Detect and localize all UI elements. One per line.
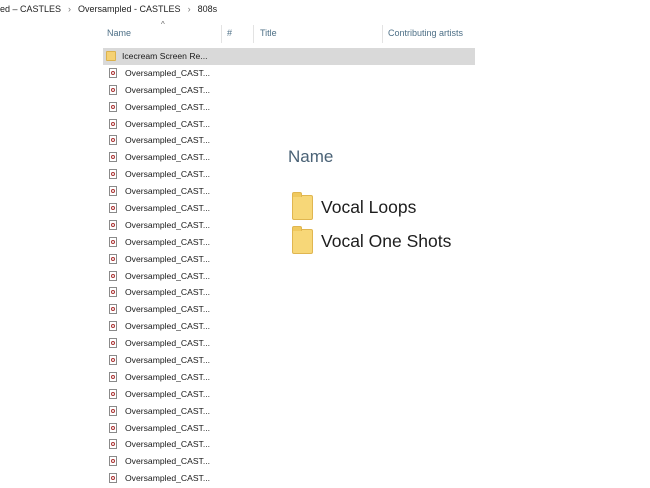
file-row[interactable]: Oversampled_CAST... [106, 386, 476, 403]
audio-file-icon [109, 338, 117, 349]
audio-file-icon [109, 287, 117, 298]
audio-file-icon [109, 456, 117, 467]
file-row[interactable]: Oversampled_CAST... [106, 369, 476, 386]
file-name: Oversampled_CAST... [125, 270, 211, 281]
chevron-right-icon: › [187, 4, 191, 14]
column-header-title[interactable]: Title [260, 19, 277, 47]
audio-file-icon [109, 304, 117, 315]
file-row[interactable]: Oversampled_CAST... [106, 420, 476, 437]
file-row[interactable]: Oversampled_CAST... [106, 166, 476, 183]
audio-file-icon [109, 203, 117, 214]
file-row[interactable]: Oversampled_CAST... [106, 99, 476, 116]
file-name: Oversampled_CAST... [125, 152, 211, 163]
file-name: Oversampled_CAST... [125, 456, 211, 467]
file-row[interactable]: Oversampled_CAST... [106, 284, 476, 301]
audio-file-icon [109, 219, 117, 230]
file-name: Oversampled_CAST... [125, 473, 211, 484]
sort-ascending-icon: ^ [161, 20, 165, 29]
file-name: Oversampled_CAST... [125, 84, 211, 95]
file-row[interactable]: Oversampled_CAST... [106, 301, 476, 318]
breadcrumb-item-oversampled[interactable]: Oversampled - CASTLES [78, 0, 181, 18]
file-row[interactable]: Oversampled_CAST... [106, 65, 476, 82]
file-name: Oversampled_CAST... [125, 186, 211, 197]
audio-file-icon [109, 101, 117, 112]
file-name: Oversampled_CAST... [125, 253, 211, 264]
file-name: Oversampled_CAST... [125, 422, 211, 433]
file-name: Oversampled_CAST... [125, 287, 211, 298]
file-row[interactable]: Oversampled_CAST... [106, 200, 476, 217]
file-name: Oversampled_CAST... [125, 304, 211, 315]
file-row[interactable]: Oversampled_CAST... [106, 436, 476, 453]
chevron-right-icon: › [68, 4, 72, 14]
audio-file-icon [109, 67, 117, 78]
audio-file-icon [109, 405, 117, 416]
breadcrumb: ed – CASTLES › Oversampled - CASTLES › 808s [0, 0, 480, 18]
file-name: Oversampled_CAST... [125, 321, 211, 332]
file-name: Oversampled_CAST... [125, 219, 211, 230]
file-name: Oversampled_CAST... [125, 405, 211, 416]
audio-file-icon [109, 84, 117, 95]
column-divider[interactable] [221, 25, 222, 43]
file-row[interactable]: Oversampled_CAST... [106, 251, 476, 268]
file-name: Oversampled_CAST... [125, 67, 211, 78]
audio-file-icon [109, 253, 117, 264]
folder-icon [106, 51, 116, 61]
column-header-bar: ^ Name # Title Contributing artists [103, 19, 475, 47]
audio-file-icon [109, 473, 117, 484]
audio-file-icon [109, 371, 117, 382]
column-header-name[interactable]: Name [107, 19, 131, 47]
overlay-folder-label: Vocal One Shots [321, 231, 452, 251]
file-name: Oversampled_CAST... [125, 371, 211, 382]
column-header-contributing-artists[interactable]: Contributing artists [388, 19, 463, 47]
audio-file-icon [109, 388, 117, 399]
file-row[interactable]: Oversampled_CAST... [106, 183, 476, 200]
file-row[interactable]: Oversampled_CAST... [106, 318, 476, 335]
folder-icon [292, 192, 313, 220]
column-divider[interactable] [253, 25, 254, 43]
audio-file-icon [109, 236, 117, 247]
file-name: Icecream Screen Re... [122, 51, 208, 61]
file-row[interactable]: Oversampled_CAST... [106, 82, 476, 99]
audio-file-icon [109, 321, 117, 332]
file-name: Oversampled_CAST... [125, 355, 211, 366]
file-name: Oversampled_CAST... [125, 101, 211, 112]
folder-icon [292, 226, 313, 254]
column-divider[interactable] [382, 25, 383, 43]
file-row[interactable]: Oversampled_CAST... [106, 403, 476, 420]
audio-file-icon [109, 152, 117, 163]
file-name: Oversampled_CAST... [125, 236, 211, 247]
file-row[interactable]: Oversampled_CAST... [106, 470, 476, 487]
file-name: Oversampled_CAST... [125, 203, 211, 214]
column-header-number[interactable]: # [227, 19, 232, 47]
file-row[interactable]: Oversampled_CAST... [106, 352, 476, 369]
file-name: Oversampled_CAST... [125, 388, 211, 399]
file-row[interactable]: Oversampled_CAST... [106, 116, 476, 133]
file-name: Oversampled_CAST... [125, 338, 211, 349]
file-name: Oversampled_CAST... [125, 135, 211, 146]
file-name: Oversampled_CAST... [125, 169, 211, 180]
file-row[interactable]: Oversampled_CAST... [106, 268, 476, 285]
audio-file-icon [109, 355, 117, 366]
overlay-name-heading: Name [288, 147, 334, 166]
file-name: Oversampled_CAST... [125, 118, 211, 129]
audio-file-icon [109, 439, 117, 450]
file-row[interactable]: Icecream Screen Re... [103, 48, 475, 65]
file-name: Oversampled_CAST... [125, 439, 211, 450]
file-row[interactable]: Oversampled_CAST... [106, 335, 476, 352]
breadcrumb-item-808s[interactable]: 808s [198, 0, 218, 18]
audio-file-icon [109, 169, 117, 180]
overlay-folder-label: Vocal Loops [321, 197, 417, 217]
breadcrumb-item-parent[interactable]: ed – CASTLES [0, 0, 61, 18]
audio-file-icon [109, 422, 117, 433]
audio-file-icon [109, 270, 117, 281]
file-list: Icecream Screen Re... Oversampled_CAST...… [103, 48, 476, 487]
audio-file-icon [109, 118, 117, 129]
audio-file-icon [109, 186, 117, 197]
file-row[interactable]: Oversampled_CAST... [106, 453, 476, 470]
audio-file-icon [109, 135, 117, 146]
